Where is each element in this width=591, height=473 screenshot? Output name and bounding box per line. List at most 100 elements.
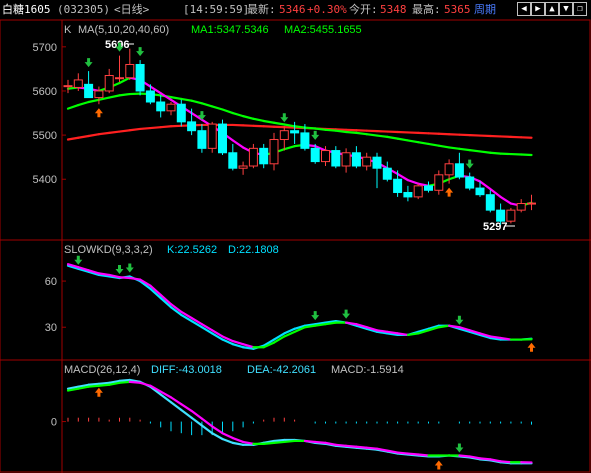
macd-dea-segment <box>406 452 420 456</box>
price-ma2-segment <box>118 92 131 97</box>
price-up-arrow-icon <box>445 187 454 197</box>
kd-d-segment <box>97 272 111 277</box>
kd-down-arrow-icon <box>74 255 83 265</box>
kd-tick-label: 60 <box>45 276 57 288</box>
macd-up-arrow-icon <box>94 387 103 397</box>
macd-dea-segment <box>417 453 430 457</box>
candle-body <box>238 165 248 169</box>
kd-d-segment <box>499 336 512 341</box>
price-down-arrow-icon <box>84 58 93 68</box>
price-ma2-segment <box>478 150 492 154</box>
candle-body <box>341 152 351 167</box>
kd-d-segment <box>489 335 502 340</box>
macd-dea-segment <box>272 440 286 444</box>
candle-body <box>63 85 73 88</box>
macd-legend-dea: DEA:-42.2061 <box>247 364 316 376</box>
candle-body <box>259 147 269 165</box>
kd-down-arrow-icon <box>342 309 351 319</box>
price-ma2-segment <box>437 144 451 149</box>
kd-down-arrow-icon <box>311 311 320 321</box>
kd-down-arrow-icon <box>115 265 124 274</box>
macd-dea-segment <box>87 384 101 388</box>
candle-body <box>218 123 227 154</box>
macd-dea-segment <box>97 383 111 387</box>
candle-body <box>413 185 423 198</box>
price-ma2-segment <box>334 129 348 134</box>
candle-body <box>145 90 155 103</box>
macd-tick-label: 0 <box>51 417 57 429</box>
kd-d-segment <box>303 324 317 329</box>
price-ma-long-segment <box>159 125 173 129</box>
candle-body <box>176 103 186 123</box>
price-ma-long-segment <box>66 136 80 141</box>
price-ma2-segment <box>77 100 90 107</box>
candle-body <box>156 101 166 112</box>
price-down-arrow-icon <box>465 159 474 169</box>
candle-body <box>321 150 330 163</box>
kd-d-segment <box>406 332 420 337</box>
price-tick-label: 5400 <box>33 174 57 186</box>
macd-dea-segment <box>396 451 409 455</box>
macd-dea-segment <box>314 440 327 444</box>
candle-body <box>424 185 433 191</box>
candle-body <box>372 156 382 169</box>
price-ma1-segment <box>231 139 245 149</box>
macd-dea-segment <box>262 441 276 445</box>
macd-diff-segment <box>221 437 234 444</box>
macd-diff-segment <box>97 381 111 385</box>
kd-legend: SLOWKD(9,3,3,2) K:22.5262 D:22.1808 <box>64 244 279 256</box>
price-ma2-segment <box>314 127 327 131</box>
price-tick-label: 5700 <box>33 42 57 54</box>
candle-body <box>300 132 310 149</box>
price-ma2-segment <box>417 141 430 146</box>
price-ma2-segment <box>66 103 80 110</box>
candle-body <box>475 187 485 196</box>
price-ma2-segment <box>221 108 234 115</box>
candle-body <box>104 75 114 92</box>
price-legend-name: K <box>64 24 72 36</box>
macd-diff-segment <box>87 382 101 386</box>
candle-body <box>166 103 176 112</box>
candle-body <box>135 63 145 92</box>
candle-body <box>248 147 258 167</box>
price-ma2-segment <box>283 123 296 128</box>
kd-d-segment <box>128 276 142 281</box>
price-ma2-segment <box>458 147 471 152</box>
price-legend: K MA(5,10,20,40,60) MA1:5347.5346 MA2:54… <box>64 24 362 36</box>
macd-dea-segment <box>499 460 512 464</box>
chart-stage: K MA(5,10,20,40,60) MA1:5347.5346 MA2:54… <box>0 19 591 473</box>
candle-body <box>73 79 83 88</box>
macd-down-arrow-icon <box>455 443 464 453</box>
price-ma2-segment <box>427 142 440 147</box>
kd-legend-k: K:22.5262 <box>167 244 217 256</box>
kd-d-segment <box>314 323 327 327</box>
candle-body <box>393 178 403 193</box>
candle-body <box>506 209 516 222</box>
candle-body <box>331 150 341 167</box>
price-down-arrow-icon <box>280 113 289 123</box>
kd-d-segment <box>118 276 131 280</box>
macd-up-arrow-icon <box>434 460 443 470</box>
price-ma-long-segment <box>87 133 101 138</box>
high-annotation: 5696 <box>105 39 129 51</box>
kd-d-segment <box>448 324 461 329</box>
candle-body <box>527 202 536 205</box>
kd-legend-name: SLOWKD(9,3,3,2) <box>64 244 153 256</box>
macd-diff-segment <box>211 432 224 441</box>
macd-dea-segment <box>334 443 348 447</box>
price-ma2-segment <box>190 99 203 105</box>
candle-body <box>269 139 279 165</box>
price-ma2-segment <box>169 96 183 101</box>
price-tick-label: 5600 <box>33 86 57 98</box>
price-ma-long-segment <box>128 127 142 132</box>
candle-body <box>434 174 444 191</box>
candle-body <box>516 203 526 211</box>
macd-dea-segment <box>128 380 142 384</box>
price-ma2-segment <box>242 115 255 120</box>
price-ma2-segment <box>108 94 121 99</box>
candle-body <box>444 163 454 176</box>
macd-dea-segment <box>303 439 317 444</box>
candle-body <box>362 156 372 167</box>
macd-diff-segment <box>231 441 245 446</box>
price-ma2-segment <box>406 139 420 144</box>
